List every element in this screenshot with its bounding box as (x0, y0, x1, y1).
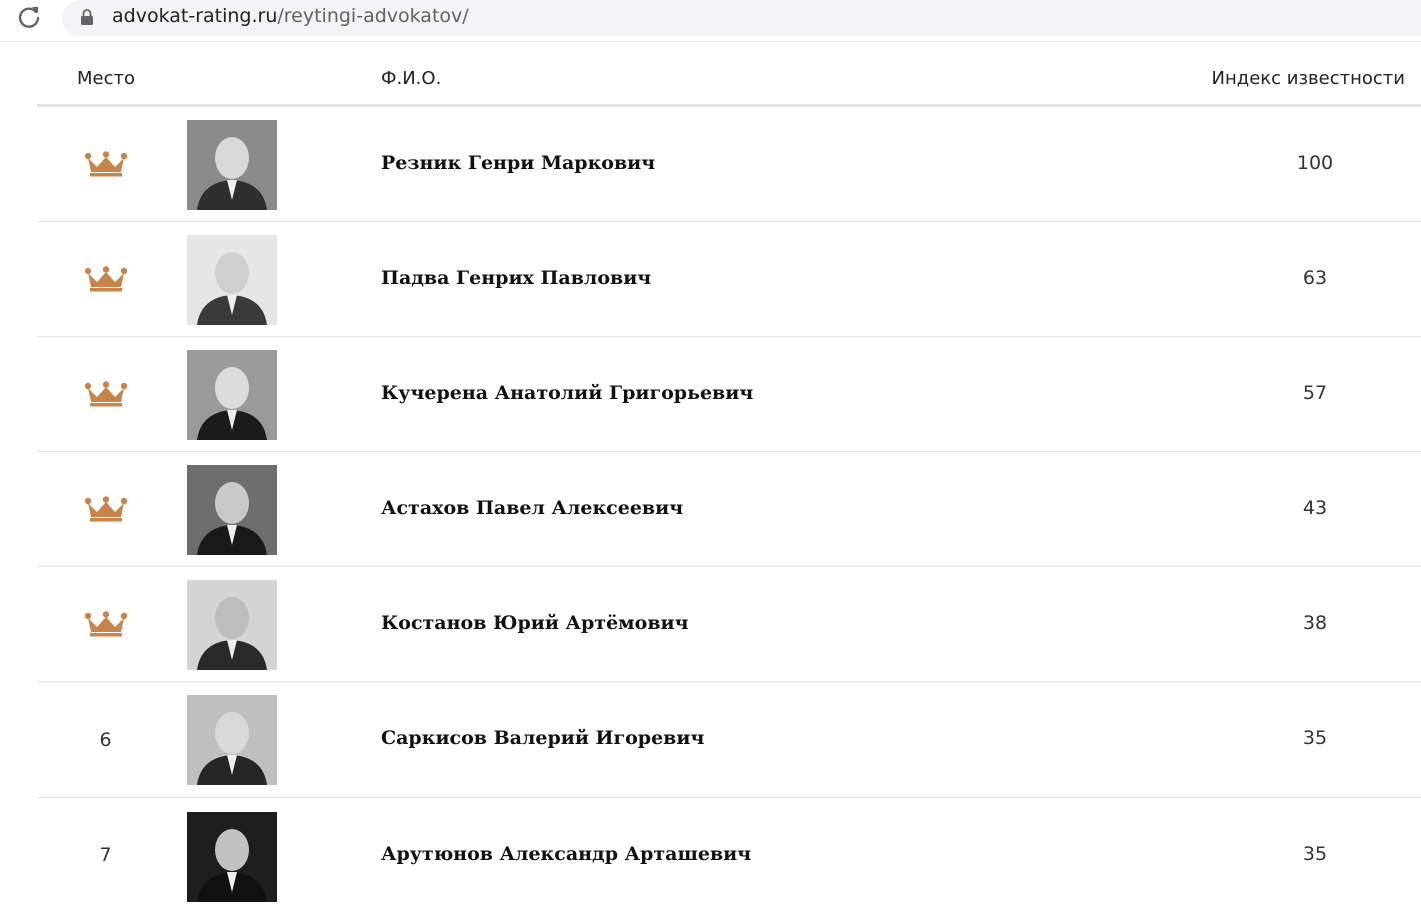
place-cell: 7 (99, 844, 112, 866)
place-cell: 6 (99, 728, 112, 751)
lawyer-photo[interactable] (187, 120, 277, 210)
lock-icon[interactable] (80, 9, 94, 25)
fame-index: 38 (1302, 611, 1328, 634)
header-index: Индекс известности (1211, 68, 1405, 89)
lawyer-photo[interactable] (187, 580, 277, 670)
place-cell (37, 452, 174, 566)
lawyer-name[interactable]: Костанов Юрий Артёмович (381, 612, 689, 634)
lawyer-name[interactable]: Падва Генрих Павлович (381, 267, 651, 289)
lawyer-photo[interactable] (187, 695, 277, 785)
lawyer-photo[interactable] (187, 465, 277, 555)
table-row: Астахов Павел Алексеевич 43 (37, 452, 1421, 567)
lawyer-name[interactable]: Кучерена Анатолий Григорьевич (381, 382, 753, 404)
fame-index: 100 (1296, 151, 1334, 174)
crown-icon (84, 611, 127, 637)
header-place: Место (77, 68, 135, 89)
table-header: Место Ф.И.О. Индекс известности (37, 44, 1421, 107)
browser-toolbar: advokat-rating.ru/reytingi-advokatov/ (0, 0, 1421, 42)
header-name: Ф.И.О. (381, 68, 442, 89)
url-path: /reytingi-advokatov/ (277, 5, 469, 27)
table-row: 7 Арутюнов Александр Арташевич 35 (37, 798, 1421, 907)
fame-index: 35 (1302, 727, 1328, 749)
lawyer-name[interactable]: Астахов Павел Алексеевич (381, 497, 683, 519)
place-cell (37, 567, 174, 681)
lawyer-name[interactable]: Резник Генри Маркович (381, 152, 655, 174)
lawyer-name[interactable]: Саркисов Валерий Игоревич (381, 727, 704, 749)
table-row: Резник Генри Маркович 100 (37, 107, 1421, 222)
fame-index: 43 (1302, 496, 1328, 519)
table-row: Кучерена Анатолий Григорьевич 57 (37, 337, 1421, 452)
table-row: Костанов Юрий Артёмович 38 (37, 567, 1421, 682)
crown-icon (84, 496, 127, 522)
address-bar[interactable]: advokat-rating.ru/reytingi-advokatov/ (62, 0, 1421, 36)
fame-index: 57 (1302, 381, 1328, 404)
url-text[interactable]: advokat-rating.ru/reytingi-advokatov/ (112, 5, 469, 27)
fame-index: 35 (1302, 842, 1328, 865)
lawyer-photo[interactable] (187, 235, 277, 325)
place-cell (37, 222, 174, 336)
lawyer-photo[interactable] (187, 350, 277, 440)
place-cell (37, 107, 174, 221)
fame-index: 63 (1302, 266, 1328, 289)
crown-icon (84, 266, 127, 292)
place-cell (37, 337, 174, 451)
url-host: advokat-rating.ru (112, 5, 278, 27)
table-row: Падва Генрих Павлович 63 (37, 222, 1421, 337)
lawyer-name[interactable]: Арутюнов Александр Арташевич (381, 843, 751, 865)
crown-icon (84, 151, 127, 177)
reload-icon[interactable] (16, 4, 42, 30)
crown-icon (84, 381, 127, 407)
table-row: 6 Саркисов Валерий Игоревич 35 (37, 682, 1421, 798)
lawyer-photo[interactable] (187, 812, 277, 902)
